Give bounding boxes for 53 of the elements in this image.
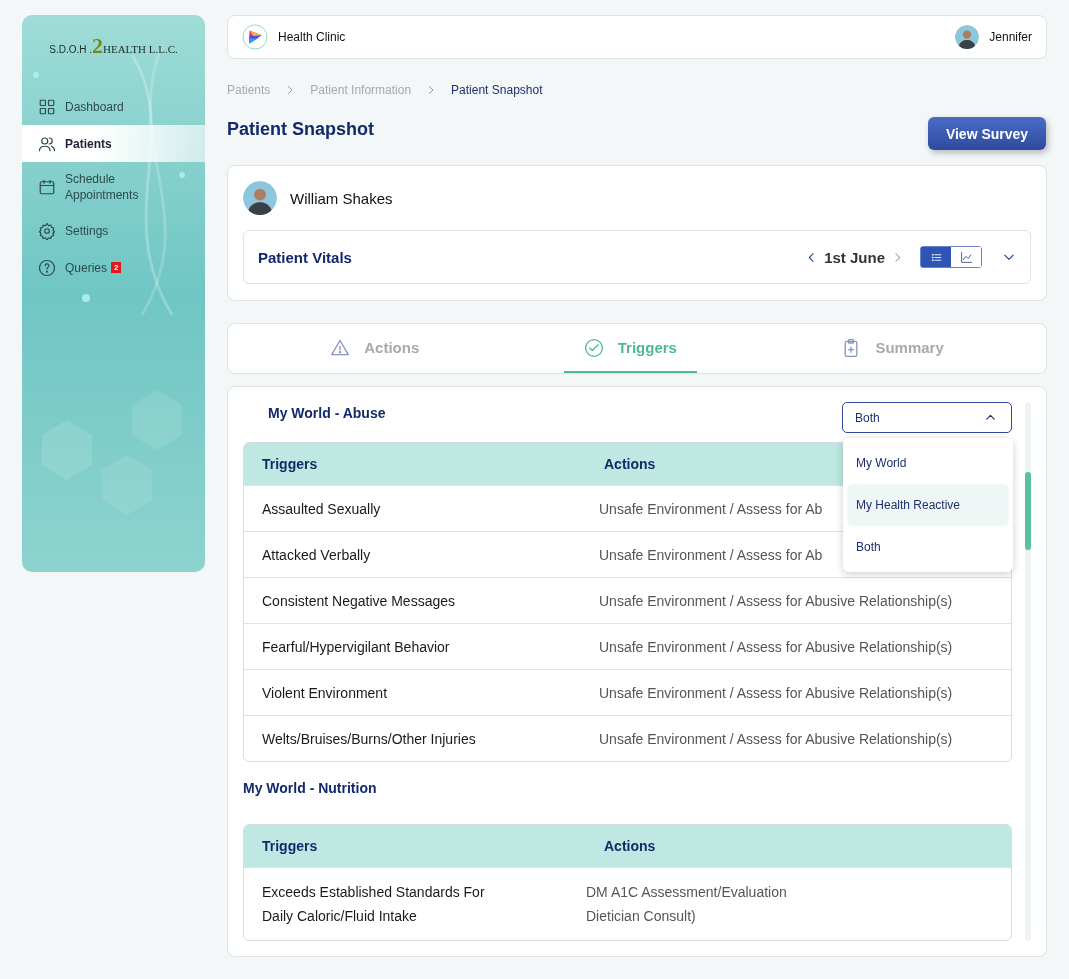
check-circle-icon <box>583 337 604 358</box>
section-title: My World - Nutrition <box>243 780 377 796</box>
calendar-icon <box>38 178 56 196</box>
table-cell-text: Exceeds Established Standards For Daily Caloric/Fluid Intake <box>261 883 485 926</box>
table-cell-text: Unsafe Environment / Assess for Ab <box>598 499 823 519</box>
help-icon <box>38 258 56 277</box>
logo: S.D.O.H .2HEALTH L.L.C. <box>48 32 179 60</box>
table-cell-text: Unsafe Environment / Assess for Abusive Relationship(s) <box>598 637 953 657</box>
table-cell-text: Attacked Verbally <box>261 545 371 565</box>
user-name: Jennifer <box>989 30 1032 44</box>
table-cell-text: Unsafe Environment / Assess for Abusive Relationship(s) <box>598 729 953 749</box>
column-header: Triggers <box>261 456 318 472</box>
nav-item[interactable]: Patients <box>22 125 205 162</box>
warning-icon <box>330 337 351 358</box>
nav-item[interactable]: Queries 2 <box>22 249 205 286</box>
view-toggle-button[interactable] <box>921 247 951 267</box>
column-header: Triggers <box>261 838 318 854</box>
people-icon <box>38 134 56 153</box>
vitals-title: Patient Vitals <box>258 248 352 266</box>
avatar <box>243 181 277 215</box>
avatar <box>955 25 980 49</box>
column-header: Actions <box>603 838 656 854</box>
nav-item[interactable]: Dashboard <box>22 88 205 125</box>
view-survey-button[interactable]: View Survey <box>928 117 1046 150</box>
scroll-thumb[interactable] <box>1025 472 1031 550</box>
menu-item[interactable]: My Health Reactive <box>847 484 1009 526</box>
table-cell-text: Unsafe Environment / Assess for Abusive Relationship(s) <box>598 591 953 611</box>
column-header: Actions <box>603 456 656 472</box>
clinic-logo-icon <box>242 24 268 50</box>
menu-item[interactable]: Both <box>847 526 1009 568</box>
count-badge: 2 <box>111 262 122 273</box>
vitals-date: 1st June <box>824 248 885 266</box>
page-title: Patient Snapshot <box>227 119 374 140</box>
table-cell-text: DM A1C Assessment/Evaluation Dietician Consult) <box>586 883 787 926</box>
breadcrumb-link[interactable]: Patient Snapshot <box>451 83 543 97</box>
nav-item[interactable]: Settings <box>22 212 205 249</box>
grid-icon <box>38 97 56 116</box>
scrollbar[interactable] <box>1025 402 1031 941</box>
table-cell-text: Unsafe Environment / Assess for Ab <box>598 545 823 565</box>
patient-name: William Shakes <box>290 189 393 207</box>
nav-item[interactable]: Schedule Appointments <box>22 162 205 212</box>
table-cell-text: Violent Environment <box>261 683 388 703</box>
table-cell-text: Assaulted Sexually <box>261 499 381 519</box>
clinic-name: Health Clinic <box>278 30 346 44</box>
menu-item[interactable]: My World <box>847 442 1009 484</box>
table-cell-text: Consistent Negative Messages <box>261 591 455 611</box>
line-chart-icon <box>959 250 973 264</box>
table-cell-text: Fearful/Hypervigilant Behavior <box>261 637 450 657</box>
table-cell-text: Unsafe Environment / Assess for Abusive Relationship(s) <box>598 683 953 703</box>
section-title: My World - Abuse <box>268 405 386 421</box>
settings-icon <box>38 221 56 240</box>
table-cell-text: Welts/Bruises/Burns/Other Injuries <box>261 729 476 749</box>
filter-dropdown[interactable]: Both <box>842 402 1012 433</box>
